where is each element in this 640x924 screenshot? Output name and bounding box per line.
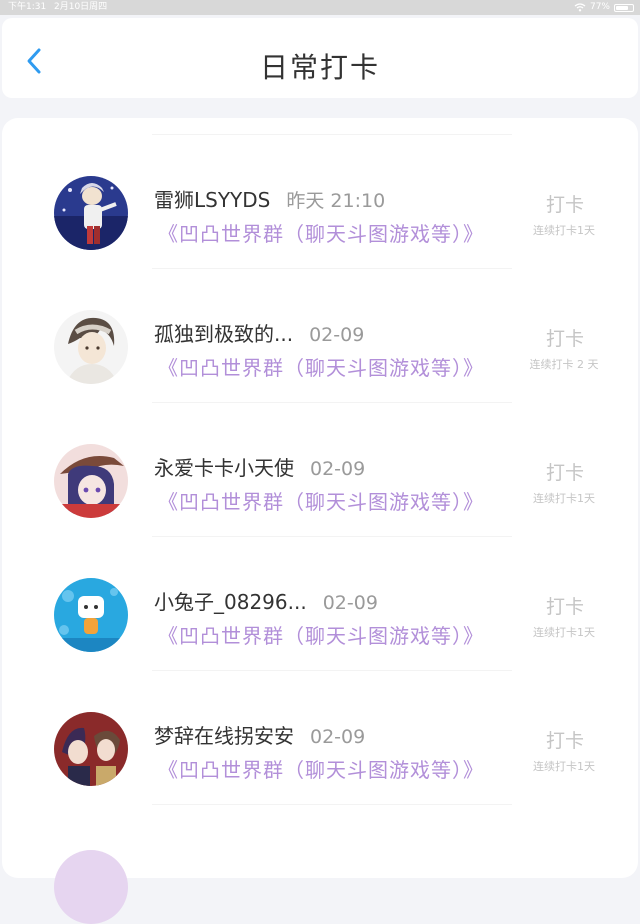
row-header: 雷狮LSYYDS 昨天 21:10 [154,184,385,213]
streak-count: 连续打卡1天 [533,224,595,237]
status-date: 2月10日周四 [54,2,108,12]
group-name[interactable]: 《凹凸世界群（聊天斗图游戏等）》 [158,754,484,783]
status-time: 下午1:31 [8,2,47,12]
checkin-row: 雷狮LSYYDS 昨天 21:10 《凹凸世界群（聊天斗图游戏等）》 打卡 连续… [2,118,638,252]
streak-count: 连续打卡1天 [533,626,595,639]
checkin-row: 永爱卡卡小天使 02-09 《凹凸世界群（聊天斗图游戏等）》 打卡 连续打卡1天 [2,386,638,520]
divider [152,804,512,805]
row-header: 孤独到极致的... 02-09 [154,318,364,347]
checkin-button[interactable]: 打卡 [526,726,604,753]
avatar[interactable] [54,712,128,786]
checkin-button[interactable]: 打卡 [526,458,604,485]
user-name[interactable]: 梦辞在线拐安安 [154,720,294,749]
status-bar: 下午1:31 2月10日周四 77% [0,0,640,15]
group-name[interactable]: 《凹凸世界群（聊天斗图游戏等）》 [158,486,484,515]
group-name[interactable]: 《凹凸世界群（聊天斗图游戏等）》 [158,620,484,649]
battery-icon [614,3,634,12]
checkin-row: 梦辞在线拐安安 02-09 《凹凸世界群（聊天斗图游戏等）》 打卡 连续打卡1天 [2,654,638,788]
streak-count: 连续打卡1天 [533,760,595,773]
row-header: 永爱卡卡小天使 02-09 [154,452,365,481]
user-name[interactable]: 小兔子_08296... [154,586,307,615]
battery-percent: 77% [589,2,610,12]
row-header: 小兔子_08296... 02-09 [154,586,378,615]
avatar[interactable] [54,176,128,250]
checkin-row: 小兔子_08296... 02-09 《凹凸世界群（聊天斗图游戏等）》 打卡 连… [2,520,638,654]
row-header: 梦辞在线拐安安 02-09 [154,720,365,749]
avatar[interactable] [54,444,128,518]
checkin-button[interactable]: 打卡 [526,190,604,217]
post-time: 02-09 [309,324,365,346]
checkin-row: 孤独到极致的... 02-09 《凹凸世界群（聊天斗图游戏等）》 打卡 连续打卡… [2,252,638,386]
wifi-icon [574,3,586,12]
divider [152,268,512,269]
avatar[interactable] [54,578,128,652]
streak-count: 连续打卡 2 天 [529,358,599,371]
user-name[interactable]: 孤独到极致的... [154,318,293,347]
checkin-button[interactable]: 打卡 [526,592,604,619]
divider [152,536,512,537]
page-title: 日常打卡 [259,51,380,84]
divider [152,402,512,403]
post-time: 02-09 [310,726,366,748]
post-time: 昨天 21:10 [286,190,386,212]
checkin-list: 雷狮LSYYDS 昨天 21:10 《凹凸世界群（聊天斗图游戏等）》 打卡 连续… [2,118,638,924]
group-name[interactable]: 《凹凸世界群（聊天斗图游戏等）》 [158,218,484,247]
avatar[interactable] [54,850,128,924]
post-time: 02-09 [310,458,366,480]
checkin-button[interactable]: 打卡 [526,324,604,351]
streak-count: 连续打卡1天 [533,492,595,505]
user-name[interactable]: 永爱卡卡小天使 [154,452,294,481]
divider [152,134,512,135]
status-indicators: 77% [574,0,634,15]
user-name[interactable]: 雷狮LSYYDS [154,184,270,213]
group-name[interactable]: 《凹凸世界群（聊天斗图游戏等）》 [158,352,484,381]
divider [152,670,512,671]
post-time: 02-09 [322,592,378,614]
header-bar: 日常打卡 [2,18,638,98]
avatar[interactable] [54,310,128,384]
